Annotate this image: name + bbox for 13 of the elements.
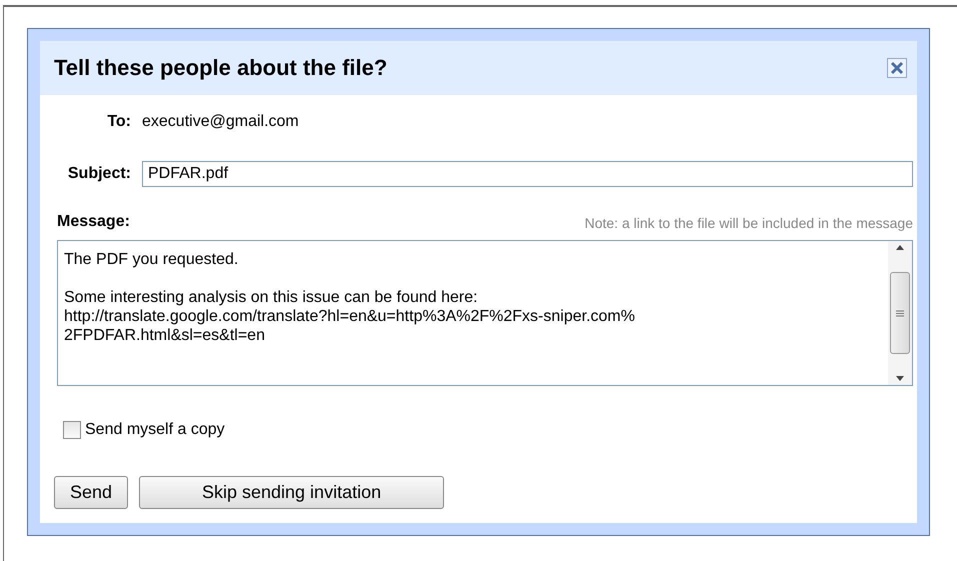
message-label: Message: <box>57 213 130 231</box>
to-label: To: <box>106 113 132 131</box>
link-note: Note: a link to the file will be included in the message <box>584 215 913 231</box>
subject-field[interactable]: PDFAR.pdf <box>142 161 913 187</box>
send-button[interactable]: Send <box>54 476 128 509</box>
subject-label: Subject: <box>66 165 132 183</box>
close-button[interactable] <box>887 58 907 78</box>
copy-checkbox[interactable] <box>63 421 81 439</box>
close-icon <box>890 61 904 75</box>
recipient-email: executive@gmail.com <box>142 113 299 131</box>
copy-checkbox-label: Send myself a copy <box>85 421 225 439</box>
skip-button[interactable]: Skip sending invitation <box>139 476 444 509</box>
dialog-title: Tell these people about the file? <box>54 55 388 81</box>
